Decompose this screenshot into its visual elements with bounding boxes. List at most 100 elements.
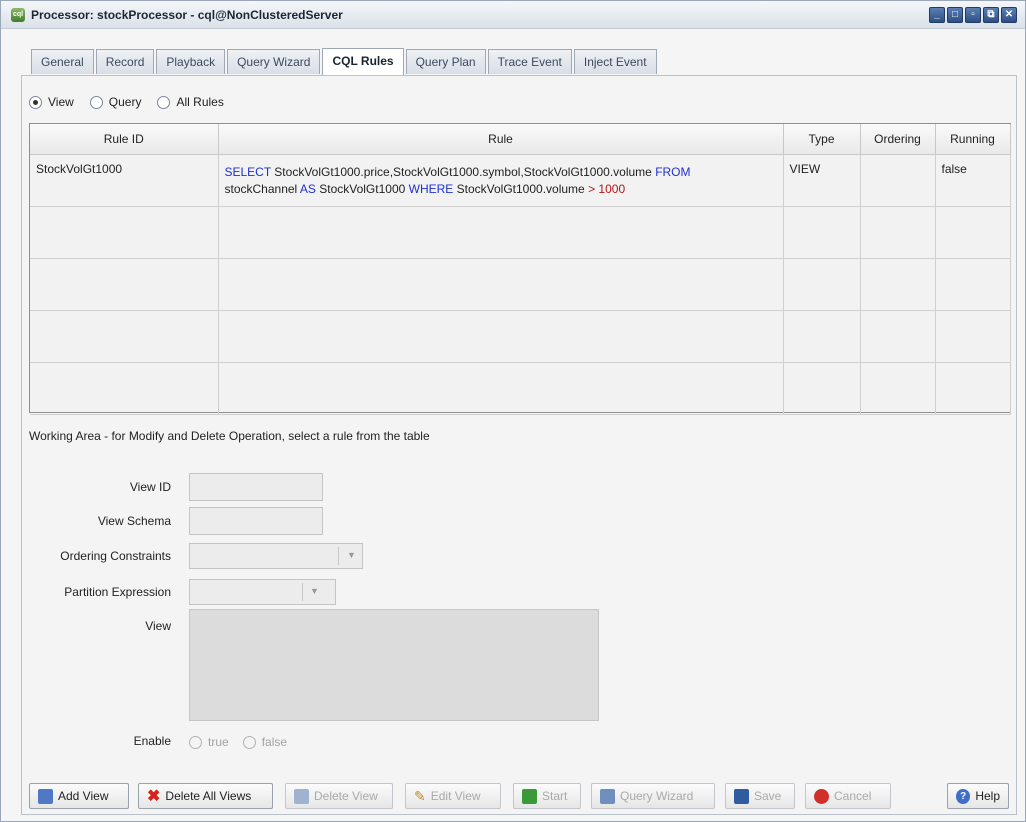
tab-general[interactable]: General: [31, 49, 94, 74]
keyword-from: FROM: [655, 164, 691, 179]
restore-icon[interactable]: ▫: [965, 7, 981, 23]
keyword-select: SELECT: [224, 164, 271, 179]
tab-bar: General Record Playback Query Wizard CQL…: [31, 48, 659, 75]
view-id-label: View ID: [129, 480, 171, 494]
tab-playback[interactable]: Playback: [156, 49, 226, 74]
operator: >: [588, 181, 596, 196]
view-text-label: View: [145, 619, 171, 633]
cancel-icon: [814, 788, 829, 804]
radio-true-label: true: [208, 735, 229, 749]
working-area-label: Working Area - for Modify and Delete Ope…: [29, 429, 430, 443]
minimize-icon[interactable]: _: [929, 7, 945, 23]
query-wizard-button[interactable]: Query Wizard: [591, 783, 715, 809]
cancel-button[interactable]: Cancel: [805, 783, 891, 809]
enable-radios: true false: [189, 735, 287, 749]
delete-view-button[interactable]: Delete View: [285, 783, 393, 809]
number-literal: 1000: [598, 181, 626, 196]
keyword-where: WHERE: [408, 181, 454, 196]
pencil-icon: ✎: [414, 787, 426, 804]
add-view-button[interactable]: Add View: [29, 783, 129, 809]
table-row-empty[interactable]: [30, 310, 1011, 363]
maximize-icon[interactable]: □: [947, 7, 963, 23]
window-title: Processor: stockProcessor - cql@NonClust…: [31, 8, 343, 22]
save-button[interactable]: Save: [725, 783, 795, 809]
help-button[interactable]: ? Help: [947, 783, 1009, 809]
chevron-down-icon: ▼: [310, 586, 319, 596]
cell-rule-id: StockVolGt1000: [30, 154, 219, 207]
delete-all-views-label: Delete All Views: [165, 789, 252, 803]
radio-selected-icon: [29, 95, 42, 109]
cell-running: false: [935, 154, 1011, 207]
radio-unselected-icon: [157, 95, 171, 109]
tab-record[interactable]: Record: [95, 49, 155, 74]
radio-all-rules[interactable]: All Rules: [157, 95, 224, 109]
save-label: Save: [754, 789, 782, 803]
table-row-empty[interactable]: [30, 362, 1011, 415]
floppy-disk-icon: [734, 788, 749, 804]
view-textarea[interactable]: [189, 609, 599, 721]
delete-view-icon: [294, 788, 309, 804]
edit-view-label: Edit View: [430, 789, 481, 803]
table-row-empty[interactable]: [30, 206, 1011, 259]
radio-all-rules-label: All Rules: [176, 95, 224, 109]
radio-unselected-icon: [242, 735, 256, 749]
rule-filter-radios: View Query All Rules: [29, 95, 224, 109]
view-id-field[interactable]: [189, 473, 323, 501]
play-icon: [522, 788, 537, 804]
help-label: Help: [975, 789, 1000, 803]
add-view-label: Add View: [58, 789, 109, 803]
chevron-down-icon: ▼: [347, 550, 356, 560]
add-view-icon: [38, 788, 53, 804]
radio-view[interactable]: View: [29, 95, 74, 109]
tab-cql-rules[interactable]: CQL Rules: [322, 48, 404, 75]
tab-query-plan[interactable]: Query Plan: [405, 49, 486, 74]
delete-view-label: Delete View: [314, 789, 378, 803]
rule-fragment: StockVolGt1000.volume: [453, 181, 589, 196]
button-bar: Add View ✖ Delete All Views Delete View …: [29, 783, 1011, 811]
title-bar: cql Processor: stockProcessor - cql@NonC…: [1, 1, 1025, 29]
detach-icon[interactable]: ⧉: [983, 7, 999, 23]
cancel-label: Cancel: [834, 789, 872, 803]
close-icon[interactable]: ✕: [1001, 7, 1017, 23]
radio-enable-true[interactable]: true: [189, 735, 229, 749]
tab-query-wizard[interactable]: Query Wizard: [227, 49, 321, 74]
view-schema-field[interactable]: [189, 507, 323, 535]
radio-enable-false[interactable]: false: [242, 735, 288, 749]
table-row-empty[interactable]: [30, 258, 1011, 311]
ordering-constraints-label: Ordering Constraints: [60, 549, 171, 563]
rule-fragment: StockVolGt1000: [315, 181, 409, 196]
cql-app-icon: cql: [11, 8, 25, 22]
processor-window: cql Processor: stockProcessor - cql@NonC…: [0, 0, 1026, 822]
column-header-running[interactable]: Running: [935, 124, 1011, 155]
rule-fragment: StockVolGt1000.price,StockVolGt1000.symb…: [270, 164, 656, 179]
partition-expression-label: Partition Expression: [64, 585, 171, 599]
rules-table: Rule ID Rule Type Ordering Running Stock…: [29, 123, 1011, 415]
column-header-type[interactable]: Type: [783, 124, 861, 155]
cell-rule: SELECT StockVolGt1000.price,StockVolGt10…: [218, 154, 784, 207]
rule-fragment: stockChannel: [224, 181, 300, 196]
edit-view-button[interactable]: ✎ Edit View: [405, 783, 501, 809]
wizard-icon: [600, 788, 615, 804]
tab-inject-event[interactable]: Inject Event: [573, 49, 657, 74]
radio-unselected-icon: [189, 735, 202, 749]
query-wizard-label: Query Wizard: [620, 789, 694, 803]
tab-trace-event[interactable]: Trace Event: [487, 49, 572, 74]
keyword-as: AS: [299, 181, 316, 196]
ordering-constraints-select[interactable]: ▼: [189, 543, 363, 569]
partition-expression-select[interactable]: ▼: [189, 579, 336, 605]
help-icon: ?: [956, 788, 971, 804]
delete-all-views-button[interactable]: ✖ Delete All Views: [138, 783, 273, 809]
radio-unselected-icon: [89, 95, 103, 109]
table-row[interactable]: StockVolGt1000 SELECT StockVolGt1000.pri…: [30, 154, 1011, 207]
column-header-rule[interactable]: Rule: [218, 124, 784, 155]
radio-query[interactable]: Query: [89, 95, 142, 109]
radio-query-label: Query: [108, 95, 142, 109]
window-controls: _ □ ▫ ⧉ ✕: [929, 7, 1017, 23]
column-header-rule-id[interactable]: Rule ID: [30, 124, 219, 155]
enable-label: Enable: [133, 734, 171, 748]
column-header-ordering[interactable]: Ordering: [860, 124, 936, 155]
start-button[interactable]: Start: [513, 783, 581, 809]
view-schema-label: View Schema: [97, 514, 171, 528]
start-label: Start: [542, 789, 568, 803]
radio-false-label: false: [261, 735, 288, 749]
